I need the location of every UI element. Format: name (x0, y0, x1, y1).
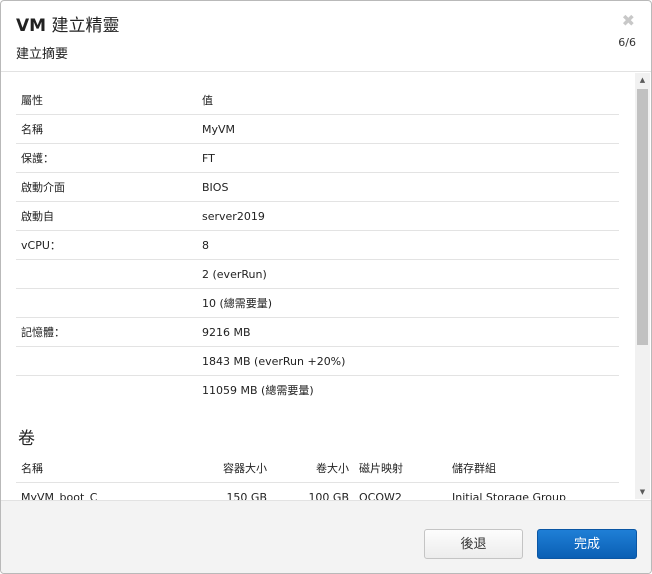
summary-row: 1843 MB (everRun +20%) (16, 346, 619, 376)
volume-disk-image: QCOW2 (359, 490, 402, 501)
summary-row: 名稱 MyVM (16, 114, 619, 144)
summary-property-value: 10 (總需要量) (197, 288, 619, 318)
volume-name: MyVM_boot_C (21, 490, 98, 501)
summary-property-value: 9216 MB (197, 317, 619, 347)
dialog-subtitle: 建立摘要 (16, 47, 69, 62)
summary-property-value: server2019 (197, 201, 619, 231)
summary-property-value: FT (197, 143, 619, 173)
summary-property-label: 屬性 (16, 86, 197, 115)
vertical-scrollbar[interactable]: ▲ ▼ (635, 73, 650, 499)
summary-property-label: 保護： (16, 143, 197, 173)
summary-property-label (16, 288, 197, 318)
summary-row: 2 (everRun) (16, 259, 619, 289)
summary-property-label: 記憶體： (16, 317, 197, 347)
summary-property-value: 2 (everRun) (197, 259, 619, 289)
summary-property-value: MyVM (197, 114, 619, 144)
summary-property-label: vCPU： (16, 230, 197, 260)
summary-property-value: BIOS (197, 172, 619, 202)
back-button[interactable]: 後退 (424, 529, 523, 559)
summary-header-row: 屬性值 (16, 86, 619, 115)
summary-row: 保護： FT (16, 143, 619, 173)
summary-property-label (16, 346, 197, 376)
summary-property-label (16, 259, 197, 289)
summary-table: 屬性值名稱 MyVM 保護： FT 啟動介面 BIOS 啟動自 server2019 vCPU：… (16, 86, 619, 404)
column-header-disk-image: 磁片映射 (349, 454, 452, 483)
volume-storage-group: Initial Storage Group (452, 490, 566, 501)
volumes-section-title: 卷 (18, 429, 35, 449)
summary-row: 10 (總需要量) (16, 288, 619, 318)
scroll-up-arrow-icon[interactable]: ▲ (635, 73, 650, 87)
volume-size: 100 GB (308, 490, 349, 501)
summary-row: vCPU： 8 (16, 230, 619, 260)
summary-property-value: 值 (197, 86, 619, 115)
summary-row: 啟動自 server2019 (16, 201, 619, 231)
scrollbar-thumb[interactable] (637, 89, 648, 345)
dialog-title-text: 建立精靈 (46, 16, 120, 36)
finish-button[interactable]: 完成 (537, 529, 637, 559)
dialog-footer: 後退 完成 (1, 500, 651, 573)
summary-row: 記憶體： 9216 MB (16, 317, 619, 347)
step-indicator: 6/6 (618, 36, 636, 49)
volume-row: MyVM_boot_C 150 GB 100 GB QCOW2 Initial … (16, 483, 619, 501)
summary-property-label: 名稱 (16, 114, 197, 144)
column-header-storage-group: 儲存群組 (452, 454, 619, 483)
summary-row: 啟動介面 BIOS (16, 172, 619, 202)
column-header-container-size: 容器大小 (201, 454, 267, 483)
close-icon[interactable]: ✖ (622, 13, 635, 29)
column-header-name: 名稱 (16, 454, 201, 483)
summary-property-label: 啟動介面 (16, 172, 197, 202)
volume-container-size: 150 GB (226, 490, 267, 501)
summary-property-value: 1843 MB (everRun +20%) (197, 346, 619, 376)
summary-property-label (16, 376, 197, 405)
dialog-title: VM 建立精靈 (16, 11, 119, 36)
scroll-down-arrow-icon[interactable]: ▼ (635, 485, 650, 499)
summary-property-value: 8 (197, 230, 619, 260)
volumes-header-row: 名稱 容器大小 卷大小 磁片映射 儲存群組 (16, 454, 619, 483)
vm-creation-wizard-dialog: VM 建立精靈 建立摘要 ✖ 6/6 屬性值名稱 MyVM 保護： FT 啟動介面 BIO… (0, 0, 652, 574)
summary-row: 11059 MB (總需要量) (16, 376, 619, 405)
dialog-body: 屬性值名稱 MyVM 保護： FT 啟動介面 BIOS 啟動自 server2019 vCPU：… (1, 72, 651, 500)
summary-property-value: 11059 MB (總需要量) (202, 384, 314, 397)
summary-property-label: 啟動自 (16, 201, 197, 231)
column-header-volume-size: 卷大小 (267, 454, 349, 483)
volumes-table: 名稱 容器大小 卷大小 磁片映射 儲存群組 MyVM_boot_C 150 GB… (16, 454, 619, 500)
dialog-header: VM 建立精靈 建立摘要 ✖ 6/6 (1, 1, 651, 72)
dialog-title-prefix: VM (16, 16, 47, 36)
